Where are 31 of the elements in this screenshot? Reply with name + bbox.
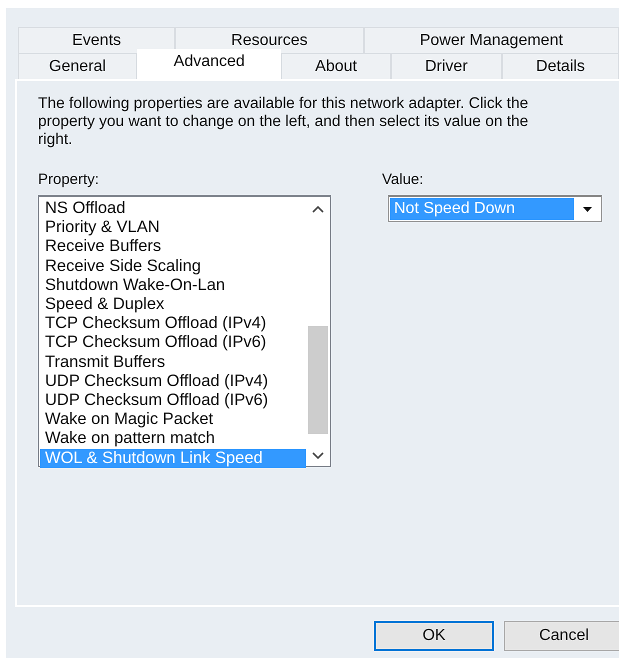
scroll-up-icon[interactable] [312,205,324,213]
property-label: Property: [38,171,99,189]
tab[interactable]: Power Management [364,27,619,53]
list-item[interactable]: Receive Side Scaling [40,256,306,276]
cancel-button[interactable]: Cancel [504,621,619,651]
ok-button[interactable]: OK [374,621,494,651]
list-item[interactable]: Wake on pattern match [40,429,306,449]
list-item[interactable]: TCP Checksum Offload (IPv6) [40,333,306,353]
scrollbar-thumb[interactable] [308,326,328,434]
description-text: The following properties are available for this network adapter. Click the property you want to change on the left, and then select its value on the right. [38,95,530,149]
list-item[interactable]: UDP Checksum Offload (IPv4) [40,372,306,392]
tab[interactable]: Driver [390,53,502,79]
property-list[interactable] [38,195,331,467]
list-item[interactable]: NS Offload [40,199,306,218]
list-item[interactable]: TCP Checksum Offload (IPv4) [40,314,306,334]
tab[interactable]: Resources [175,27,364,53]
list-item[interactable]: Priority & VLAN [40,218,306,238]
tab[interactable]: General [18,53,138,79]
list-item[interactable]: Shutdown Wake-On-Lan [40,276,306,296]
list-item[interactable]: UDP Checksum Offload (IPv6) [40,391,306,410]
dropdown-arrow-icon [582,206,592,212]
scroll-down-icon[interactable] [312,452,324,460]
tab[interactable]: Advanced [137,49,282,80]
list-item[interactable]: Transmit Buffers [40,352,306,372]
value-label: Value: [382,171,424,189]
list-item[interactable]: Speed & Duplex [40,295,306,314]
list-item[interactable]: Receive Buffers [40,237,306,257]
tab[interactable]: About [281,53,391,79]
tab[interactable]: Events [18,27,176,53]
tab[interactable]: Details [502,53,619,79]
list-item[interactable]: Wake on Magic Packet [40,410,306,430]
